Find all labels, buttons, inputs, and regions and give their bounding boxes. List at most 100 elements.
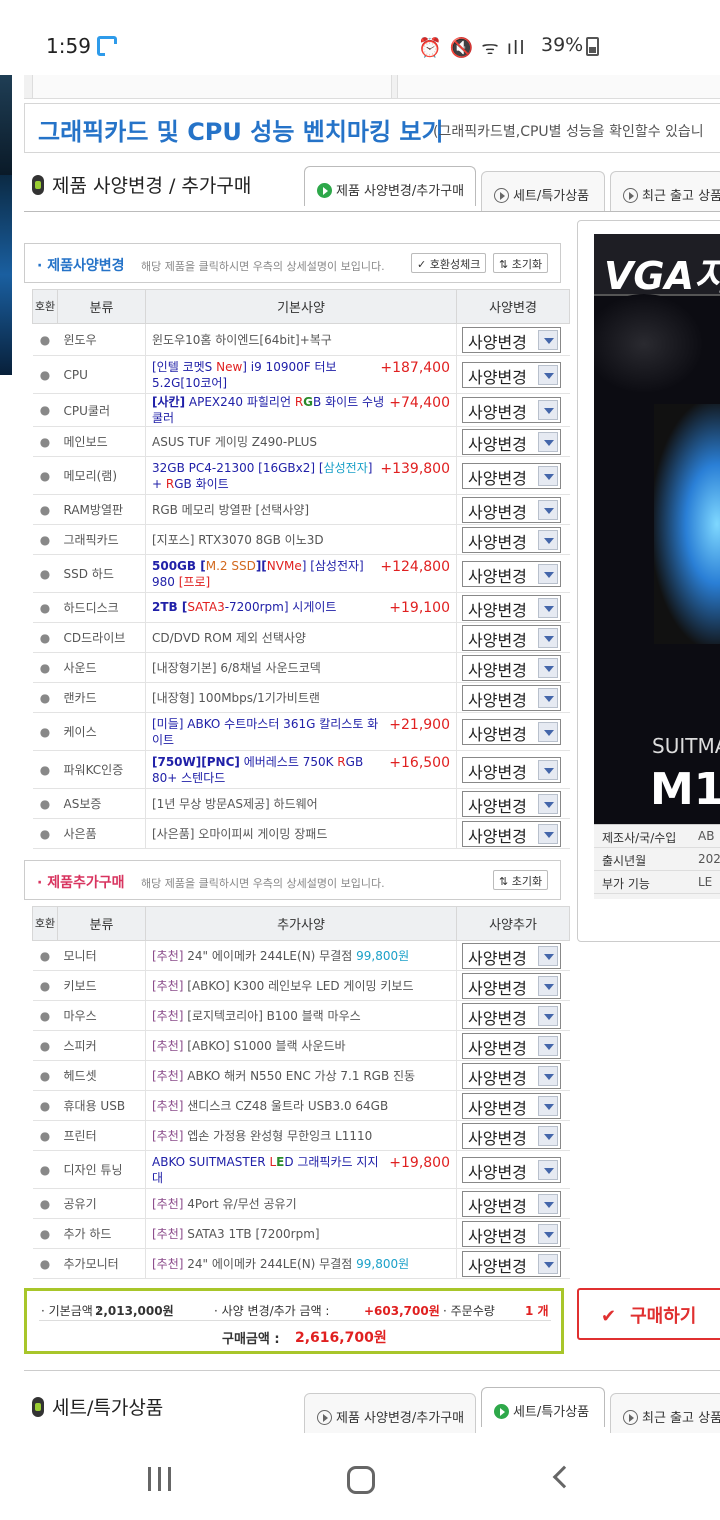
spec-name[interactable]: ASUS TUF 게이밍 Z490-PLUS (152, 435, 317, 449)
spec-select[interactable]: 사양변경 (462, 428, 561, 455)
tab-set-special[interactable]: 세트/특가상품 (481, 1387, 605, 1427)
spec-row[interactable]: ● 케이스 +21,900 [미들] ABKO 수트마스터 361G 칼리스토 화이트… (32, 712, 570, 751)
spec-select[interactable]: 사양변경 (462, 684, 561, 711)
spec-name[interactable]: [사칸] APEX240 파힐리언 RGB 화이트 수냉쿨러 (152, 395, 384, 425)
spec-row[interactable]: ● AS보증 [1년 무상 방문AS제공] 하드웨어 사양변경 (32, 788, 570, 819)
spec-row[interactable]: ● 그래픽카드 [지포스] RTX3070 8GB 이노3D 사양변경 (32, 524, 570, 555)
buy-button[interactable]: ✔ 구매하기 (577, 1288, 720, 1340)
add-row[interactable]: ● 추가모니터 [추천] 24" 에이메카 244LE(N) 무결점 99,800원… (32, 1248, 570, 1279)
add-row[interactable]: ● 헤드셋 [추천] ABKO 해커 N550 ENC 가상 7.1 RGB 진동 사… (32, 1060, 570, 1091)
spec-reset-button[interactable]: ⇅ 초기화 (493, 253, 549, 273)
add-name[interactable]: [추천] 24" 에이메카 244LE(N) 무결점 99,800원 (152, 949, 409, 963)
spec-name[interactable]: RGB 메모리 방열판 [선택사양] (152, 503, 309, 517)
spec-name[interactable]: 500GB [M.2 SSD][NVMe] [삼성전자] 980 [프로] (152, 559, 364, 589)
product-preview-image[interactable]: VGA지 SUITMA M1 제조사/국/수입AB 출시년월202 부가 기능L… (594, 234, 720, 899)
add-row[interactable]: ● 디자인 튜닝 +19,800 ABKO SUITMASTER LED 그래픽카드 … (32, 1150, 570, 1189)
spec-select[interactable]: 사양변경 (462, 1002, 561, 1029)
spec-select[interactable]: 사양변경 (462, 326, 561, 353)
spec-select[interactable]: 사양변경 (462, 624, 561, 651)
spec-row[interactable]: ● RAM방열판 RGB 메모리 방열판 [선택사양] 사양변경 (32, 494, 570, 525)
add-name[interactable]: [추천] [ABKO] S1000 블랙 사운드바 (152, 1039, 346, 1053)
add-name[interactable]: [추천] [ABKO] K300 레인보우 LED 게이밍 키보드 (152, 979, 414, 993)
spec-row[interactable]: ● 윈도우 윈도우10홈 하이엔드[64bit]+복구 사양변경 (32, 323, 570, 356)
add-name[interactable]: [추천] [로지텍코리아] B100 블랙 마우스 (152, 1009, 361, 1023)
spec-name[interactable]: [내장형기본] 6/8채널 사운드코덱 (152, 661, 321, 675)
spec-row[interactable]: ● 메인보드 ASUS TUF 게이밍 Z490-PLUS 사양변경 (32, 426, 570, 457)
add-name[interactable]: [추천] 샌디스크 CZ48 울트라 USB3.0 64GB (152, 1099, 388, 1113)
recent-apps-icon[interactable] (148, 1467, 174, 1493)
spec-row[interactable]: ● CPU +187,400 [인텔 코멧S New] i9 10900F 터보5.2… (32, 355, 570, 394)
spec-row[interactable]: ● 사은품 [사은품] 오마이피씨 게이밍 장패드 사양변경 (32, 818, 570, 849)
spec-name[interactable]: [미들] ABKO 수트마스터 361G 칼리스토 화이트 (152, 717, 378, 747)
spec-select[interactable]: 사양변경 (462, 594, 561, 621)
spec-name[interactable]: [지포스] RTX3070 8GB 이노3D (152, 533, 324, 547)
tab-spec-change[interactable]: 제품 사양변경/추가구매 (304, 1393, 476, 1433)
spec-select[interactable]: 사양변경 (462, 972, 561, 999)
spec-row[interactable]: ● 하드디스크 +19,100 2TB [SATA3-7200rpm] 시게이트 사양변… (32, 592, 570, 623)
add-name[interactable]: [추천] 4Port 유/무선 공유기 (152, 1197, 297, 1211)
spec-row[interactable]: ● 메모리(램) +139,800 32GB PC4-21300 [16GBx2] [… (32, 456, 570, 495)
add-name[interactable]: [추천] ABKO 해커 N550 ENC 가상 7.1 RGB 진동 (152, 1069, 415, 1083)
spec-name[interactable]: [내장형] 100Mbps/1기가비트랜 (152, 691, 320, 705)
spec-name[interactable]: CD/DVD ROM 제외 선택사양 (152, 631, 306, 645)
spec-select[interactable]: 사양변경 (462, 654, 561, 681)
spec-select[interactable]: 사양변경 (462, 462, 561, 489)
spec-name[interactable]: [인텔 코멧S New] i9 10900F 터보5.2G[10코어] (152, 360, 337, 390)
spec-select[interactable]: 사양변경 (462, 942, 561, 969)
spec-select[interactable]: 사양변경 (462, 397, 561, 423)
add-row[interactable]: ● 모니터 [추천] 24" 에이메카 244LE(N) 무결점 99,800원 사양… (32, 940, 570, 971)
spec-select[interactable]: 사양변경 (462, 790, 561, 817)
spec-select[interactable]: 사양변경 (462, 756, 561, 783)
tab-set-special[interactable]: 세트/특가상품 (481, 171, 605, 211)
spec-select[interactable]: 사양변경 (462, 496, 561, 523)
quantity-value[interactable]: 1 개 (525, 1302, 549, 1319)
spec-name[interactable]: 2TB [SATA3-7200rpm] 시게이트 (152, 600, 336, 614)
add-row[interactable]: ● 추가 하드 [추천] SATA3 1TB [7200rpm] 사양변경 (32, 1218, 570, 1249)
spec-select[interactable]: 사양변경 (462, 1220, 561, 1247)
add-row[interactable]: ● 프린터 [추천] 엡손 가정용 완성형 무한잉크 L1110 사양변경 (32, 1120, 570, 1151)
home-icon[interactable] (347, 1466, 375, 1494)
change-price-value: +603,700원 (364, 1304, 440, 1318)
spec-select[interactable]: 사양변경 (462, 718, 561, 745)
add-reset-button[interactable]: ⇅ 초기화 (493, 870, 549, 890)
add-row[interactable]: ● 마우스 [추천] [로지텍코리아] B100 블랙 마우스 사양변경 (32, 1000, 570, 1031)
spec-select[interactable]: 사양변경 (462, 1032, 561, 1059)
tab-recent-shipped[interactable]: 최근 출고 상품 (610, 1393, 720, 1433)
spec-row[interactable]: ● SSD 하드 +124,800 500GB [M.2 SSD][NVMe] [삼성… (32, 554, 570, 593)
spec-select[interactable]: 사양변경 (462, 526, 561, 553)
spec-select[interactable]: 사양변경 (462, 1156, 561, 1183)
spec-row[interactable]: ● CPU쿨러 +74,400 [사칸] APEX240 파힐리언 RGB 화이트 수… (32, 393, 570, 427)
spec-name[interactable]: 윈도우10홈 하이엔드[64bit]+복구 (152, 333, 332, 347)
benchmark-banner[interactable]: 그래픽카드 및 CPU 성능 벤치마킹 보기 (그래픽카드별,CPU별 성능을 … (24, 103, 720, 153)
spec-name[interactable]: [사은품] 오마이피씨 게이밍 장패드 (152, 827, 327, 841)
add-name[interactable]: [추천] SATA3 1TB [7200rpm] (152, 1227, 320, 1241)
spec-row[interactable]: ● CD드라이브 CD/DVD ROM 제외 선택사양 사양변경 (32, 622, 570, 653)
spec-row[interactable]: ● 랜카드 [내장형] 100Mbps/1기가비트랜 사양변경 (32, 682, 570, 713)
top-banner[interactable] (24, 75, 720, 99)
spec-name[interactable]: [1년 무상 방문AS제공] 하드웨어 (152, 797, 318, 811)
benchmark-title[interactable]: 그래픽카드 및 CPU 성능 벤치마킹 보기 (38, 112, 444, 147)
spec-select[interactable]: 사양변경 (462, 1092, 561, 1119)
spec-row[interactable]: ● 사운드 [내장형기본] 6/8채널 사운드코덱 사양변경 (32, 652, 570, 683)
spec-select[interactable]: 사양변경 (462, 361, 561, 388)
tab-recent-shipped[interactable]: 최근 출고 상품 (610, 171, 720, 211)
tab-spec-change[interactable]: 제품 사양변경/추가구매 (304, 166, 476, 206)
add-row[interactable]: ● 스피커 [추천] [ABKO] S1000 블랙 사운드바 사양변경 (32, 1030, 570, 1061)
add-name[interactable]: [추천] 24" 에이메카 244LE(N) 무결점 99,800원 (152, 1257, 409, 1271)
side-ad-strip[interactable] (0, 75, 12, 375)
add-name[interactable]: [추천] 엡손 가정용 완성형 무한잉크 L1110 (152, 1129, 372, 1143)
spec-row[interactable]: ● 파워KC인증 +16,500 [750W][PNC] 에버레스트 750K RGB… (32, 750, 570, 789)
add-row[interactable]: ● 키보드 [추천] [ABKO] K300 레인보우 LED 게이밍 키보드 사양변… (32, 970, 570, 1001)
spec-select[interactable]: 사양변경 (462, 820, 561, 847)
spec-select[interactable]: 사양변경 (462, 1122, 561, 1149)
add-name[interactable]: ABKO SUITMASTER LED 그래픽카드 지지대 (152, 1155, 379, 1185)
add-row[interactable]: ● 공유기 [추천] 4Port 유/무선 공유기 사양변경 (32, 1188, 570, 1219)
spec-name[interactable]: [750W][PNC] 에버레스트 750K RGB 80+ 스텐다드 (152, 755, 363, 785)
spec-select[interactable]: 사양변경 (462, 1062, 561, 1089)
add-row[interactable]: ● 휴대용 USB [추천] 샌디스크 CZ48 울트라 USB3.0 64GB 사양… (32, 1090, 570, 1121)
compat-check-button[interactable]: ✓ 호환성체크 (411, 253, 487, 273)
spec-name[interactable]: 32GB PC4-21300 [16GBx2] [삼성전자] + RGB 화이트 (152, 461, 372, 491)
spec-select[interactable]: 사양변경 (462, 560, 561, 587)
spec-select[interactable]: 사양변경 (462, 1190, 561, 1217)
spec-select[interactable]: 사양변경 (462, 1250, 561, 1277)
